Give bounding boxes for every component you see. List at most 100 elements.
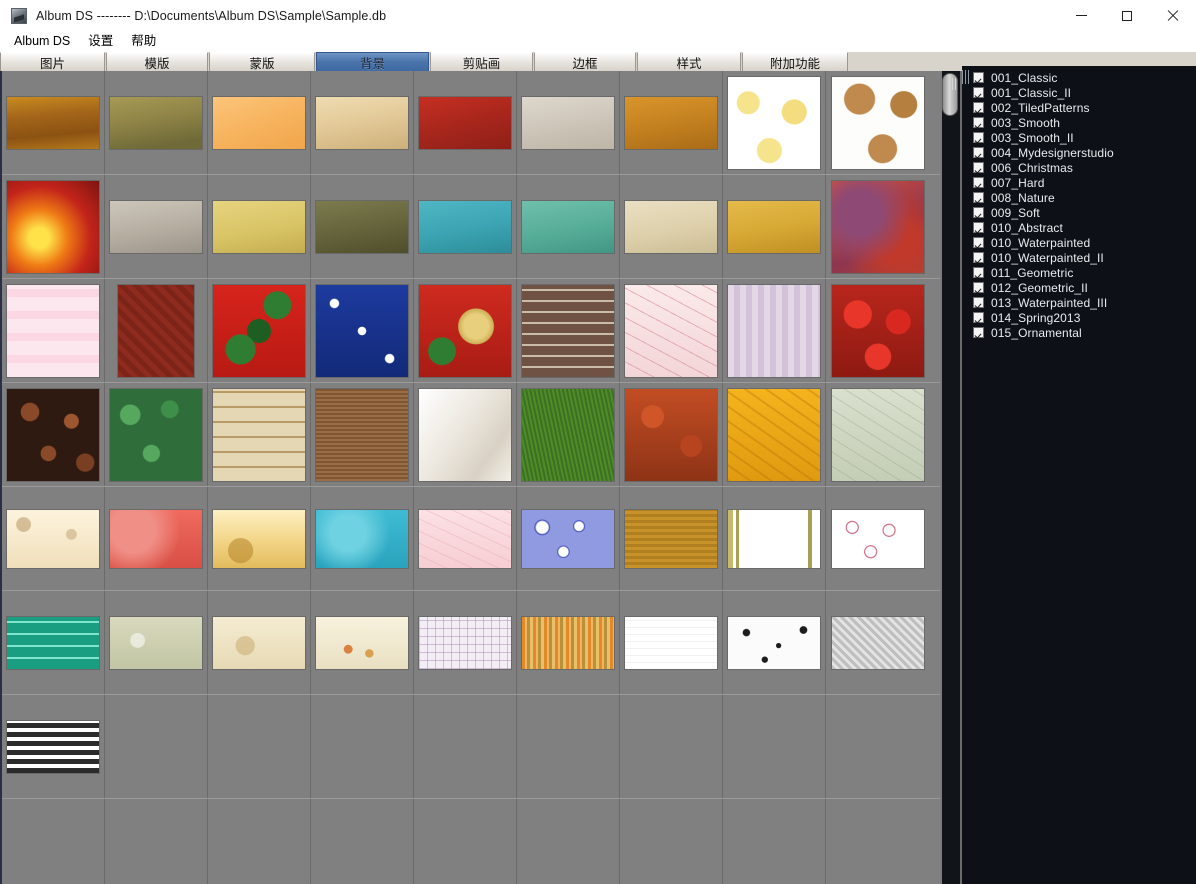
thumbnail-beige-paper-landscape[interactable] — [625, 200, 717, 253]
thumbnail-grey-ornamental-landscape[interactable] — [831, 616, 924, 669]
thumbnail-teal-mosaic-landscape[interactable] — [7, 616, 99, 669]
close-button[interactable] — [1150, 0, 1196, 31]
grid-vertical-scrollbar[interactable] — [940, 71, 962, 884]
thumbnail-woven-straw-square[interactable] — [213, 388, 305, 481]
thumbnail-cell[interactable] — [620, 279, 723, 382]
thumbnail-dark-red-damask-portrait[interactable] — [118, 284, 194, 377]
thumbnail-white-ornament-pattern-landscape[interactable] — [7, 720, 99, 773]
thumbnail-cell[interactable] — [208, 591, 311, 694]
list-item[interactable]: 009_Soft — [971, 205, 1195, 220]
tab-3[interactable]: 背景 — [316, 52, 429, 71]
thumbnail-cell[interactable] — [414, 487, 517, 590]
thumbnail-cell[interactable] — [414, 71, 517, 174]
list-item[interactable]: 001_Classic — [971, 70, 1195, 85]
thumbnail-orange-stripes-landscape[interactable] — [522, 616, 614, 669]
thumbnail-golden-ochre-landscape[interactable] — [625, 96, 717, 149]
thumbnail-cell[interactable] — [620, 695, 723, 798]
thumbnail-cell[interactable] — [105, 695, 208, 798]
thumbnail-cell[interactable] — [311, 383, 414, 486]
thumbnail-turquoise-watercolor-landscape[interactable] — [316, 509, 408, 568]
thumbnail-cell[interactable] — [826, 279, 929, 382]
thumbnail-sage-vintage-landscape[interactable] — [110, 616, 202, 669]
thumbnail-cell[interactable] — [517, 279, 620, 382]
checkbox-checked-icon[interactable] — [973, 297, 984, 308]
checkbox-checked-icon[interactable] — [973, 147, 984, 158]
thumbnail-red-grunge-landscape[interactable] — [419, 96, 511, 149]
thumbnail-cell[interactable] — [208, 487, 311, 590]
thumbnail-blue-circles-landscape[interactable] — [522, 509, 614, 568]
tab-1[interactable]: 模版 — [106, 52, 208, 71]
thumbnail-christmas-bauble-square[interactable] — [419, 284, 511, 377]
checkbox-checked-icon[interactable] — [973, 282, 984, 293]
thumbnail-cell[interactable] — [620, 591, 723, 694]
checkbox-checked-icon[interactable] — [973, 312, 984, 323]
scrollbar-thumb[interactable] — [942, 73, 958, 116]
thumbnail-cell[interactable] — [414, 383, 517, 486]
list-item[interactable]: 015_Ornamental — [971, 325, 1195, 340]
checkbox-checked-icon[interactable] — [973, 252, 984, 263]
thumbnail-red-cherries-square[interactable] — [831, 284, 924, 377]
thumbnail-cell[interactable] — [517, 175, 620, 278]
list-item[interactable]: 014_Spring2013 — [971, 310, 1195, 325]
tab-2[interactable]: 蒙版 — [209, 52, 315, 71]
thumbnail-cell[interactable] — [311, 487, 414, 590]
menu-item-2[interactable]: 帮助 — [122, 31, 165, 52]
checkbox-checked-icon[interactable] — [973, 267, 984, 278]
checkbox-checked-icon[interactable] — [973, 207, 984, 218]
checkbox-checked-icon[interactable] — [973, 162, 984, 173]
checkbox-checked-icon[interactable] — [973, 87, 984, 98]
thumbnail-pink-marble-square[interactable] — [625, 284, 717, 377]
panel-splitter-grip[interactable] — [962, 70, 969, 84]
thumbnail-cell[interactable] — [311, 175, 414, 278]
thumbnail-cell[interactable] — [826, 71, 929, 174]
scrollbar-track[interactable] — [940, 71, 962, 884]
checkbox-checked-icon[interactable] — [973, 237, 984, 248]
tab-7[interactable]: 附加功能 — [742, 52, 848, 71]
thumbnail-cell[interactable] — [414, 799, 517, 884]
thumbnail-pink-red-watercolor-landscape[interactable] — [110, 509, 202, 568]
thumbnail-cell[interactable] — [311, 279, 414, 382]
thumbnail-cell[interactable] — [723, 487, 826, 590]
tab-5[interactable]: 边框 — [534, 52, 636, 71]
checkbox-checked-icon[interactable] — [973, 222, 984, 233]
list-item[interactable]: 002_TiledPatterns — [971, 100, 1195, 115]
thumbnail-grid-panel[interactable] — [0, 71, 942, 884]
thumbnail-yellow-hearts-square[interactable] — [728, 76, 820, 169]
thumbnail-cell[interactable] — [826, 695, 929, 798]
checkbox-checked-icon[interactable] — [973, 327, 984, 338]
list-item[interactable]: 004_Mydesignerstudio — [971, 145, 1195, 160]
thumbnail-cell[interactable] — [826, 487, 929, 590]
list-item[interactable]: 010_Waterpainted — [971, 235, 1195, 250]
thumbnail-soft-pink-marble-landscape[interactable] — [419, 509, 511, 568]
thumbnail-cell[interactable] — [826, 175, 929, 278]
thumbnail-cell[interactable] — [208, 695, 311, 798]
list-item[interactable]: 010_Waterpainted_II — [971, 250, 1195, 265]
thumbnail-cell[interactable] — [620, 383, 723, 486]
thumbnail-cell[interactable] — [208, 279, 311, 382]
thumbnail-cell[interactable] — [208, 175, 311, 278]
thumbnail-cell[interactable] — [105, 487, 208, 590]
thumbnail-cell[interactable] — [2, 695, 105, 798]
thumbnail-pink-checker-square[interactable] — [7, 284, 99, 377]
thumbnail-rust-soil-square[interactable] — [625, 388, 717, 481]
thumbnail-cell[interactable] — [517, 487, 620, 590]
checkbox-checked-icon[interactable] — [973, 177, 984, 188]
list-item[interactable]: 007_Hard — [971, 175, 1195, 190]
thumbnail-brick-wall-square[interactable] — [522, 284, 614, 377]
thumbnail-cell[interactable] — [414, 175, 517, 278]
list-item[interactable]: 003_Smooth_II — [971, 130, 1195, 145]
thumbnail-black-white-floral-landscape[interactable] — [728, 616, 820, 669]
menu-item-1[interactable]: 设置 — [79, 31, 122, 52]
maximize-button[interactable] — [1104, 0, 1150, 31]
tab-4[interactable]: 剪贴画 — [430, 52, 533, 71]
thumbnail-cell[interactable] — [620, 71, 723, 174]
thumbnail-cell[interactable] — [208, 71, 311, 174]
checkbox-checked-icon[interactable] — [973, 192, 984, 203]
thumbnail-cell[interactable] — [208, 383, 311, 486]
thumbnail-cell[interactable] — [723, 799, 826, 884]
thumbnail-cell[interactable] — [826, 799, 929, 884]
thumbnail-cell[interactable] — [414, 279, 517, 382]
tab-0[interactable]: 图片 — [0, 52, 105, 71]
thumbnail-striped-border-white-landscape[interactable] — [728, 509, 820, 568]
menu-item-0[interactable]: Album DS — [5, 31, 79, 52]
